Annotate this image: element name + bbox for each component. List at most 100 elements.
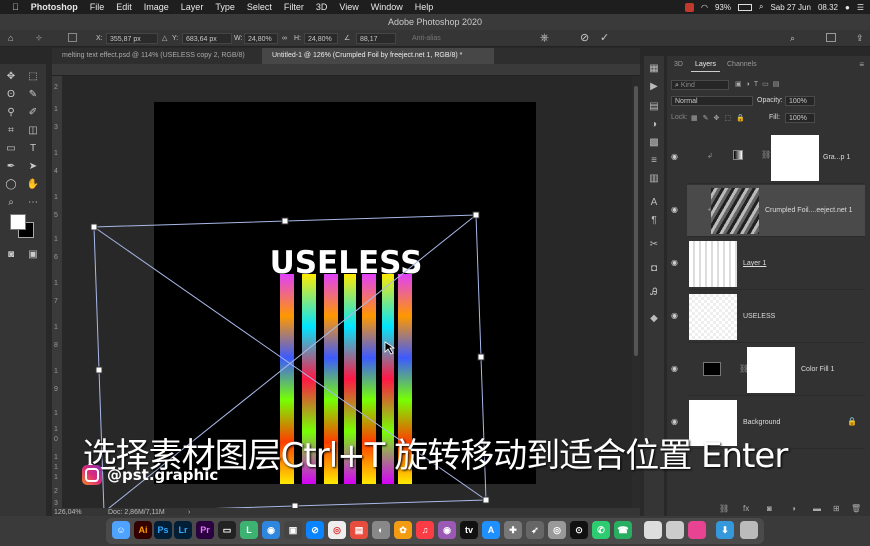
siri-icon[interactable]: ● xyxy=(845,3,850,12)
chrome-icon[interactable]: ◎ xyxy=(328,521,346,539)
fx-icon[interactable]: fx xyxy=(743,504,749,513)
tab-channels[interactable]: Channels xyxy=(723,58,761,72)
eye-icon[interactable]: ◉ xyxy=(671,417,681,427)
tools-preset-icon[interactable]: ✂ xyxy=(647,238,661,252)
properties-icon[interactable]: ▦ xyxy=(647,62,661,76)
apple-icon[interactable]:  xyxy=(12,2,19,12)
lock-icons[interactable]: ▦✎✥⬚🔒 xyxy=(691,114,750,122)
menu-window[interactable]: Window xyxy=(371,2,403,12)
menu-app[interactable]: Photoshop xyxy=(31,2,78,12)
angle-field[interactable]: 88,17 xyxy=(356,33,396,44)
x-field[interactable]: 355,87 px xyxy=(106,33,158,44)
paragraph-icon[interactable]: ¶ xyxy=(647,214,661,228)
y-field[interactable]: 683,64 px xyxy=(182,33,232,44)
tab-layers[interactable]: Layers xyxy=(691,58,721,72)
layer-crumpled-foil[interactable]: ◉ ↲ Crumpled Foil....eeject.net 1 xyxy=(671,185,865,237)
path-select-icon[interactable]: ➤ xyxy=(26,160,40,174)
kind-filter[interactable]: ⌕ Kind xyxy=(671,80,729,90)
illustrator-icon[interactable]: Ai xyxy=(134,521,152,539)
cancel-transform-icon[interactable]: ⊘ xyxy=(580,33,589,44)
document-icon[interactable] xyxy=(644,521,662,539)
tab-3d[interactable]: 3D xyxy=(670,58,687,72)
reference-point-checkbox[interactable] xyxy=(68,33,77,42)
search-icon[interactable]: ⌕ xyxy=(759,2,763,12)
eye-icon[interactable]: ◉ xyxy=(671,205,681,215)
battery-icon[interactable] xyxy=(737,3,752,11)
swatches-icon[interactable]: ▩ xyxy=(647,136,661,150)
layer-useless[interactable]: ◉ USELESS xyxy=(671,291,865,343)
menu-3d[interactable]: 3D xyxy=(316,2,328,12)
gradient-icon[interactable]: ▭ xyxy=(4,142,18,156)
tab-melting-text[interactable]: melting text effect.psd @ 114% (USELESS … xyxy=(52,48,262,64)
layer-layer-1[interactable]: ◉ Layer 1 xyxy=(671,238,865,290)
messages-icon[interactable]: ✆ xyxy=(592,521,610,539)
finder-icon[interactable]: ☺ xyxy=(112,521,130,539)
app-icon[interactable]: ▣ xyxy=(284,521,302,539)
menu-select[interactable]: Select xyxy=(247,2,272,12)
trash-icon[interactable]: 🗑 xyxy=(851,504,861,513)
new-adjustment-icon[interactable]: ◑ xyxy=(791,504,796,513)
adjustments-icon[interactable]: ◑ xyxy=(647,118,661,132)
app-icon[interactable]: ⊙ xyxy=(570,521,588,539)
podcasts-icon[interactable]: ◉ xyxy=(438,521,456,539)
premiere-icon[interactable]: Pr xyxy=(196,521,214,539)
eye-icon[interactable]: ◉ xyxy=(671,364,681,374)
lasso-icon[interactable]: ʘ xyxy=(4,88,18,102)
new-group-icon[interactable]: ▬ xyxy=(813,504,821,513)
tv-icon[interactable]: tv xyxy=(460,521,478,539)
menu-image[interactable]: Image xyxy=(144,2,169,12)
brush-icon[interactable]: ✐ xyxy=(26,106,40,120)
new-layer-icon[interactable]: ⊞ xyxy=(833,504,840,513)
menu-layer[interactable]: Layer xyxy=(181,2,204,12)
link-layers-icon[interactable]: ⛓ xyxy=(719,504,729,513)
control-center-icon[interactable]: ☰ xyxy=(857,3,864,12)
app-icon[interactable]: ▤ xyxy=(350,521,368,539)
delta-icon[interactable]: △ xyxy=(162,33,167,44)
ellipse-icon[interactable]: ◯ xyxy=(4,178,18,192)
menu-help[interactable]: Help xyxy=(415,2,434,12)
w-field[interactable]: 24,80% xyxy=(244,33,278,44)
music-icon[interactable]: ♫ xyxy=(416,521,434,539)
commit-transform-icon[interactable]: ✓ xyxy=(600,33,609,44)
app-icon[interactable]: ◐ xyxy=(372,521,390,539)
home-icon[interactable]: ⌂ xyxy=(8,33,13,44)
opacity-field[interactable]: 100% xyxy=(785,96,815,106)
safari-icon[interactable]: ⊘ xyxy=(306,521,324,539)
layer-gradient-map[interactable]: ◉ ↲ ⛓ Gra...p 1 xyxy=(671,132,865,184)
marquee-icon[interactable]: ⬚ xyxy=(26,70,40,84)
search-panel-icon[interactable]: ⌕ xyxy=(790,33,795,44)
warp-icon[interactable]: ⎈ xyxy=(540,33,549,44)
h-field[interactable]: 24,80% xyxy=(304,33,338,44)
photos-icon[interactable]: ✿ xyxy=(394,521,412,539)
move-tool-icon[interactable]: ⊹ xyxy=(36,33,42,44)
tab-untitled-1[interactable]: Untitled-1 @ 126% (Crumpled Foil by free… xyxy=(262,48,494,64)
quick-mask-icon[interactable]: ◙ xyxy=(4,248,18,262)
app-icon[interactable]: ◎ xyxy=(548,521,566,539)
lightroom-icon[interactable]: Lr xyxy=(174,521,192,539)
menu-file[interactable]: File xyxy=(90,2,105,12)
app-icon[interactable]: ▭ xyxy=(218,521,236,539)
quick-select-icon[interactable]: ✎ xyxy=(26,88,40,102)
eyedropper-icon[interactable]: ⚲ xyxy=(4,106,18,120)
workspace-icon[interactable] xyxy=(826,33,836,42)
app-icon[interactable]: ➶ xyxy=(526,521,544,539)
layer-color-fill-1[interactable]: ◉ ⛓ Color Fill 1 xyxy=(671,344,865,396)
share-icon[interactable]: ⇪ xyxy=(856,33,864,44)
document-icon[interactable] xyxy=(666,521,684,539)
more-tools-icon[interactable]: ⋯ xyxy=(26,196,40,210)
character-icon[interactable]: A xyxy=(647,196,661,210)
photoshop-icon[interactable]: Ps xyxy=(154,521,172,539)
link-icon[interactable]: ∞ xyxy=(282,33,287,44)
libraries-icon[interactable]: ▤ xyxy=(647,100,661,114)
panel-menu-icon[interactable]: ≡ xyxy=(859,60,864,69)
move-icon[interactable]: ✥ xyxy=(4,70,18,84)
app-icon[interactable]: L xyxy=(240,521,258,539)
menu-view[interactable]: View xyxy=(339,2,358,12)
trash-bin-icon[interactable] xyxy=(740,521,758,539)
app-icon[interactable]: ◉ xyxy=(262,521,280,539)
blend-mode-select[interactable]: Normal xyxy=(671,96,753,106)
layer-comps-icon[interactable]: ◘ xyxy=(647,262,661,276)
gradients-icon[interactable]: ▥ xyxy=(647,172,661,186)
eye-icon[interactable]: ◉ xyxy=(671,152,681,162)
folder-icon[interactable] xyxy=(688,521,706,539)
